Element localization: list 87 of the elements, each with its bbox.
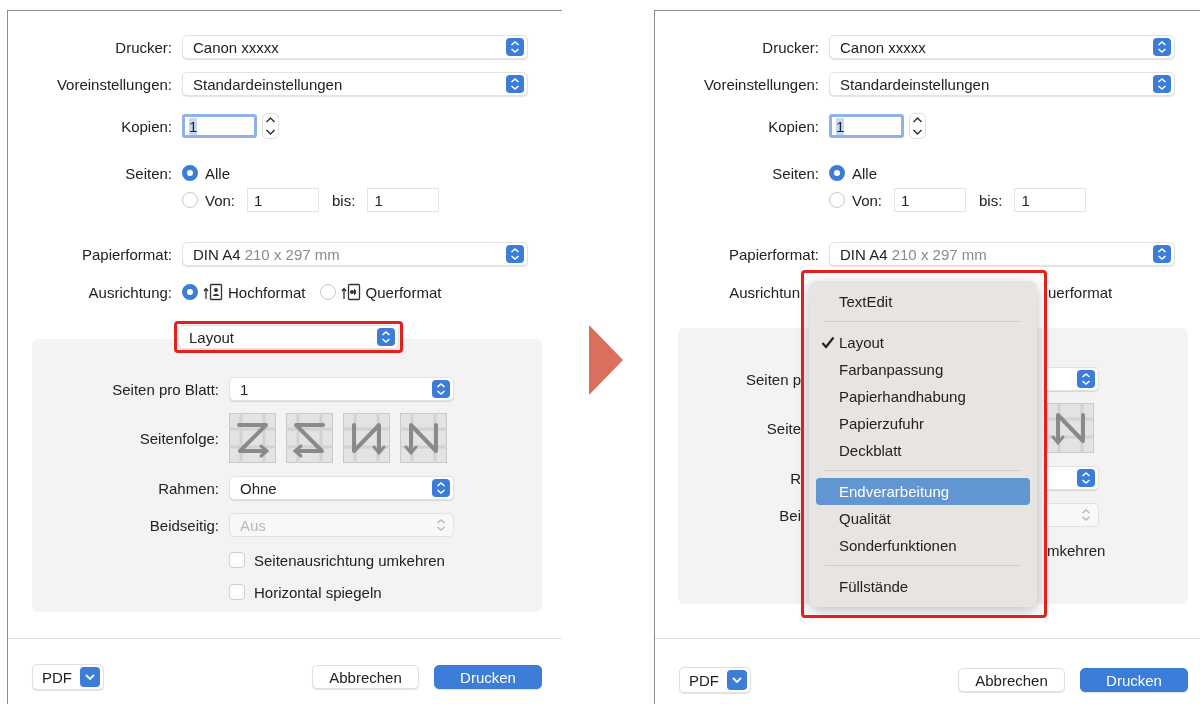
field-label: Kopien: (767, 117, 819, 135)
stepper-icon (506, 75, 524, 93)
stepper-icon (506, 245, 524, 263)
menu-item[interactable]: Qualität (816, 505, 1030, 532)
checkbox[interactable]: Horizontal spiegeln (229, 583, 542, 601)
field-label: Ausrichtun (728, 283, 800, 301)
field-label: bis: (979, 191, 1003, 209)
border-popup[interactable]: Ohne (229, 476, 454, 500)
cancel-button[interactable]: Abbrechen (958, 668, 1065, 692)
radio-button[interactable]: Von: (829, 191, 883, 209)
to-page-field[interactable]: 1 (1014, 188, 1087, 212)
from-page-field[interactable]: 1 (247, 188, 320, 212)
radio-button[interactable]: Von: (182, 191, 236, 209)
stepper-icon (506, 38, 524, 56)
presets-popup[interactable]: Standardeinstellungen (829, 72, 1175, 96)
field-label: Seiten p (744, 370, 801, 388)
stepper-icon (432, 479, 450, 497)
field-label: Seiten: (124, 164, 172, 182)
printer-popup[interactable]: Canon xxxxx (829, 35, 1175, 59)
field-label: Beidseitig: (148, 516, 219, 534)
print-button[interactable]: Drucken (1080, 668, 1188, 692)
cancel-button[interactable]: Abbrechen (312, 665, 419, 689)
field-label: Voreinstellungen: (702, 75, 819, 93)
pdf-button[interactable]: PDF (679, 667, 751, 693)
paper-size-popup[interactable]: DIN A4 210 x 297 mm (829, 242, 1175, 266)
pages-per-sheet-popup[interactable]: 1 (229, 377, 454, 401)
field-label: Seitenfolge: (138, 429, 219, 447)
section-popup[interactable]: Layout (178, 325, 399, 349)
landscape-orientation-icon (340, 283, 361, 301)
stepper-icon (1153, 245, 1171, 263)
printer-popup[interactable]: Canon xxxxx (182, 35, 528, 59)
option-label: uerformat (1048, 283, 1114, 301)
field-label: Seiten: (771, 164, 819, 182)
stepper-icon (1153, 38, 1171, 56)
field-label: Papierformat: (727, 245, 819, 263)
presets-popup[interactable]: Standardeinstellungen (182, 72, 528, 96)
checkbox[interactable]: Seitenausrichtung umkehren (229, 551, 542, 569)
field-label: Drucker: (114, 38, 172, 56)
pages-per-sheet-popup[interactable] (1047, 367, 1099, 391)
field-label: Papierformat: (80, 245, 172, 263)
field-label: Voreinstellungen: (55, 75, 172, 93)
field-label: Seiten pro Blatt: (111, 380, 219, 398)
page-order-icon[interactable] (1047, 403, 1094, 453)
radio-button[interactable]: Alle (182, 164, 562, 182)
menu-item[interactable]: TextEdit (816, 288, 1030, 315)
arrow-icon (589, 325, 623, 395)
field-label: Rahmen: (157, 479, 219, 497)
stepper-arrows-icon[interactable] (262, 113, 279, 139)
menu-item[interactable]: Layout (816, 329, 1030, 356)
menu-item[interactable]: Füllstände (816, 573, 1030, 600)
field-label: Drucker: (761, 38, 819, 56)
page-order-icon[interactable] (343, 413, 390, 463)
stepper-icon (377, 328, 395, 346)
portrait-orientation-icon (203, 283, 223, 301)
stepper-icon (1077, 370, 1095, 388)
page-order-icon[interactable] (229, 413, 276, 463)
field-label: Bei (778, 506, 801, 524)
field-label: R (789, 469, 801, 487)
stepper-icon (1153, 75, 1171, 93)
print-button[interactable]: Drucken (434, 665, 542, 689)
radio-button[interactable]: Querformat (319, 283, 442, 301)
field-label: Kopien: (120, 117, 172, 135)
copies-field[interactable]: 1 (829, 114, 904, 138)
chevron-down-icon (727, 670, 747, 690)
menu-item[interactable]: Deckblatt (816, 437, 1030, 464)
radio-button[interactable]: Hochformat (182, 283, 306, 301)
copies-field[interactable]: 1 (182, 114, 257, 138)
stepper-arrows-icon[interactable] (909, 113, 926, 139)
checkbox-label: mkehren (1047, 541, 1107, 559)
field-label: Seite (765, 419, 801, 437)
stepper-icon (432, 380, 450, 398)
menu-item[interactable]: Papierhandhabung (816, 383, 1030, 410)
from-page-field[interactable]: 1 (894, 188, 967, 212)
stepper-icon (1077, 469, 1095, 487)
to-page-field[interactable]: 1 (367, 188, 440, 212)
menu-item[interactable]: Farbanpassung (816, 356, 1030, 383)
pdf-button[interactable]: PDF (32, 664, 104, 690)
paper-size-popup[interactable]: DIN A4 210 x 297 mm (182, 242, 528, 266)
page-order-icon[interactable] (286, 413, 333, 463)
chevron-down-icon (80, 667, 100, 687)
border-popup[interactable] (1047, 466, 1099, 490)
menu-item[interactable]: Papierzufuhr (816, 410, 1030, 437)
field-label: Ausrichtung: (87, 283, 172, 301)
page-order-icon[interactable] (400, 413, 447, 463)
menu-item[interactable]: Sonderfunktionen (816, 532, 1030, 559)
radio-button[interactable]: Alle (829, 164, 1200, 182)
field-label: bis: (332, 191, 356, 209)
